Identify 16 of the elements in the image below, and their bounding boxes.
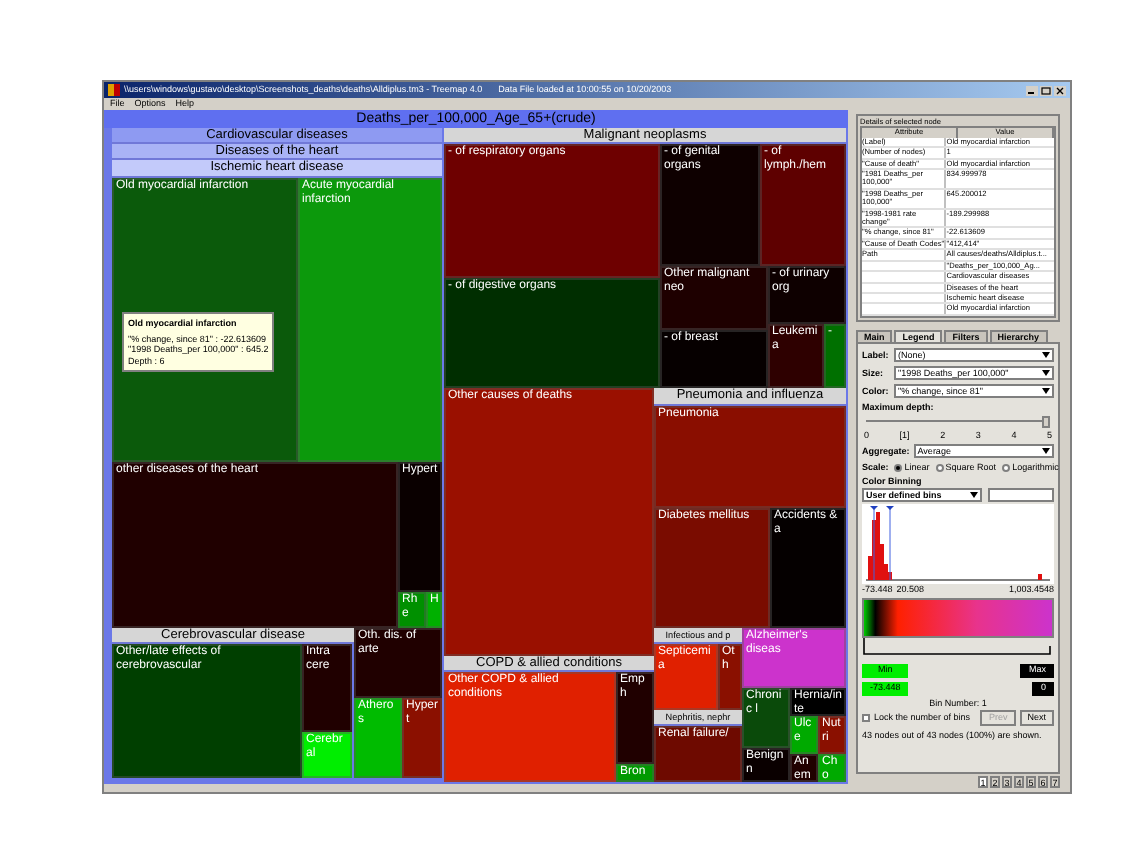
app-icon bbox=[108, 84, 120, 96]
caret-icon bbox=[970, 492, 978, 499]
spinner-field[interactable] bbox=[988, 488, 1054, 503]
caret-icon bbox=[1042, 448, 1050, 455]
maximize-icon[interactable] bbox=[1040, 85, 1052, 95]
radio-button[interactable] bbox=[894, 463, 903, 472]
close-icon[interactable] bbox=[1054, 85, 1066, 95]
caret-icon bbox=[1042, 352, 1050, 359]
radio-button[interactable] bbox=[935, 463, 944, 472]
minimize-icon[interactable] bbox=[1026, 85, 1038, 95]
slider-thumb[interactable] bbox=[1042, 415, 1050, 428]
caret-icon bbox=[1042, 370, 1050, 377]
depth-slider[interactable] bbox=[866, 415, 1050, 428]
caret-icon bbox=[1042, 388, 1050, 395]
radio-button[interactable] bbox=[1002, 463, 1011, 472]
lock-checkbox[interactable] bbox=[862, 713, 870, 722]
